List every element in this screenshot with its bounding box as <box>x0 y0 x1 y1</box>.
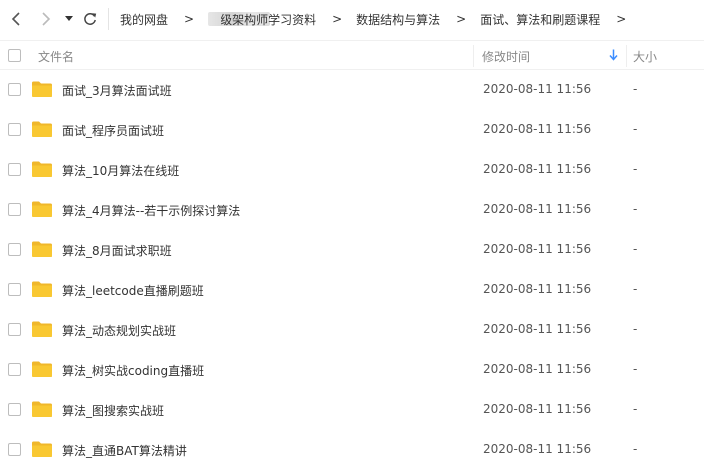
breadcrumb-level1[interactable]: 高级架构师学习资料 <box>221 11 316 28</box>
breadcrumb-separator: > <box>456 12 467 26</box>
file-list: 面试_3月算法面试班 2020-08-11 11:56 - 面试_程序员面试班 2020… <box>0 70 704 470</box>
navigation-bar: 我的网盘 > 高级架构师学习资料 > 数据结构与算法 > 面试、算法和刷题课程 … <box>0 0 704 40</box>
breadcrumb-level2[interactable]: 数据结构与算法 <box>356 11 440 28</box>
chevron-right-icon <box>42 12 51 26</box>
file-modified-time: 2020-08-11 11:56 <box>483 242 592 256</box>
file-name[interactable]: 算法_直通BAT算法精讲 <box>62 442 187 459</box>
file-row[interactable]: 算法_树实战coding直播班 2020-08-11 11:56 - <box>0 350 704 390</box>
file-row[interactable]: 面试_程序员面试班 2020-08-11 11:56 - <box>0 110 704 150</box>
breadcrumb-separator: > <box>332 12 343 26</box>
file-name[interactable]: 面试_程序员面试班 <box>62 122 164 139</box>
file-name[interactable]: 算法_动态规划实战班 <box>62 322 176 339</box>
folder-icon <box>32 441 52 457</box>
row-checkbox[interactable] <box>8 283 21 296</box>
history-dropdown-button[interactable] <box>62 8 76 30</box>
row-checkbox[interactable] <box>8 163 21 176</box>
file-modified-time: 2020-08-11 11:56 <box>483 122 592 136</box>
file-size: - <box>633 82 638 96</box>
file-row[interactable]: 算法_10月算法在线班 2020-08-11 11:56 - <box>0 150 704 190</box>
folder-icon <box>32 121 52 137</box>
folder-icon <box>32 161 52 177</box>
folder-icon <box>32 81 52 97</box>
file-name[interactable]: 算法_图搜索实战班 <box>62 402 164 419</box>
file-name[interactable]: 面试_3月算法面试班 <box>62 82 172 99</box>
nav-divider <box>108 8 109 30</box>
file-name[interactable]: 算法_10月算法在线班 <box>62 162 179 179</box>
file-size: - <box>633 122 638 136</box>
column-header-size[interactable]: 大小 <box>633 48 657 65</box>
file-size: - <box>633 162 638 176</box>
select-all-checkbox[interactable] <box>8 49 21 62</box>
refresh-icon <box>84 13 97 25</box>
file-size: - <box>633 442 638 456</box>
file-modified-time: 2020-08-11 11:56 <box>483 442 592 456</box>
file-list-header: 文件名 修改时间 大小 <box>0 40 704 70</box>
file-row[interactable]: 算法_8月面试求职班 2020-08-11 11:56 - <box>0 230 704 270</box>
forward-button[interactable] <box>36 8 56 30</box>
file-modified-time: 2020-08-11 11:56 <box>483 402 592 416</box>
file-size: - <box>633 362 638 376</box>
folder-icon <box>32 321 52 337</box>
row-checkbox[interactable] <box>8 403 21 416</box>
file-modified-time: 2020-08-11 11:56 <box>483 362 592 376</box>
file-size: - <box>633 322 638 336</box>
file-name[interactable]: 算法_leetcode直播刷题班 <box>62 282 204 299</box>
file-size: - <box>633 242 638 256</box>
file-size: - <box>633 282 638 296</box>
file-modified-time: 2020-08-11 11:56 <box>483 282 592 296</box>
file-row[interactable]: 算法_图搜索实战班 2020-08-11 11:56 - <box>0 390 704 430</box>
column-header-name[interactable]: 文件名 <box>38 48 74 65</box>
breadcrumb-root[interactable]: 我的网盘 <box>120 11 168 28</box>
folder-icon <box>32 281 52 297</box>
file-modified-time: 2020-08-11 11:56 <box>483 82 592 96</box>
row-checkbox[interactable] <box>8 203 21 216</box>
breadcrumb-separator: > <box>184 12 195 26</box>
file-modified-time: 2020-08-11 11:56 <box>483 322 592 336</box>
folder-icon <box>32 401 52 417</box>
row-checkbox[interactable] <box>8 323 21 336</box>
chevron-left-icon <box>11 12 20 26</box>
row-checkbox[interactable] <box>8 443 21 456</box>
file-row[interactable]: 算法_直通BAT算法精讲 2020-08-11 11:56 - <box>0 430 704 470</box>
file-size: - <box>633 202 638 216</box>
sort-down-arrow-icon[interactable] <box>609 49 618 64</box>
folder-icon <box>32 241 52 257</box>
file-row[interactable]: 算法_4月算法--若干示例探讨算法 2020-08-11 11:56 - <box>0 190 704 230</box>
file-size: - <box>633 402 638 416</box>
refresh-button[interactable] <box>80 8 100 30</box>
folder-icon <box>32 201 52 217</box>
file-modified-time: 2020-08-11 11:56 <box>483 162 592 176</box>
breadcrumb: 我的网盘 > 高级架构师学习资料 > 数据结构与算法 > 面试、算法和刷题课程 … <box>120 9 640 29</box>
file-row[interactable]: 面试_3月算法面试班 2020-08-11 11:56 - <box>0 70 704 110</box>
breadcrumb-level1-label: 高级架构师学习资料 <box>208 12 317 27</box>
caret-down-icon <box>65 16 73 21</box>
file-row[interactable]: 算法_动态规划实战班 2020-08-11 11:56 - <box>0 310 704 350</box>
file-name[interactable]: 算法_4月算法--若干示例探讨算法 <box>62 202 240 219</box>
row-checkbox[interactable] <box>8 243 21 256</box>
column-divider[interactable] <box>626 45 627 67</box>
column-header-modified[interactable]: 修改时间 <box>482 48 530 65</box>
breadcrumb-level3[interactable]: 面试、算法和刷题课程 <box>480 11 600 28</box>
folder-icon <box>32 361 52 377</box>
row-checkbox[interactable] <box>8 123 21 136</box>
file-name[interactable]: 算法_树实战coding直播班 <box>62 362 204 379</box>
file-modified-time: 2020-08-11 11:56 <box>483 202 592 216</box>
column-divider[interactable] <box>473 45 474 67</box>
file-name[interactable]: 算法_8月面试求职班 <box>62 242 172 259</box>
file-row[interactable]: 算法_leetcode直播刷题班 2020-08-11 11:56 - <box>0 270 704 310</box>
row-checkbox[interactable] <box>8 83 21 96</box>
row-checkbox[interactable] <box>8 363 21 376</box>
back-button[interactable] <box>6 8 26 30</box>
breadcrumb-separator: > <box>616 12 627 26</box>
